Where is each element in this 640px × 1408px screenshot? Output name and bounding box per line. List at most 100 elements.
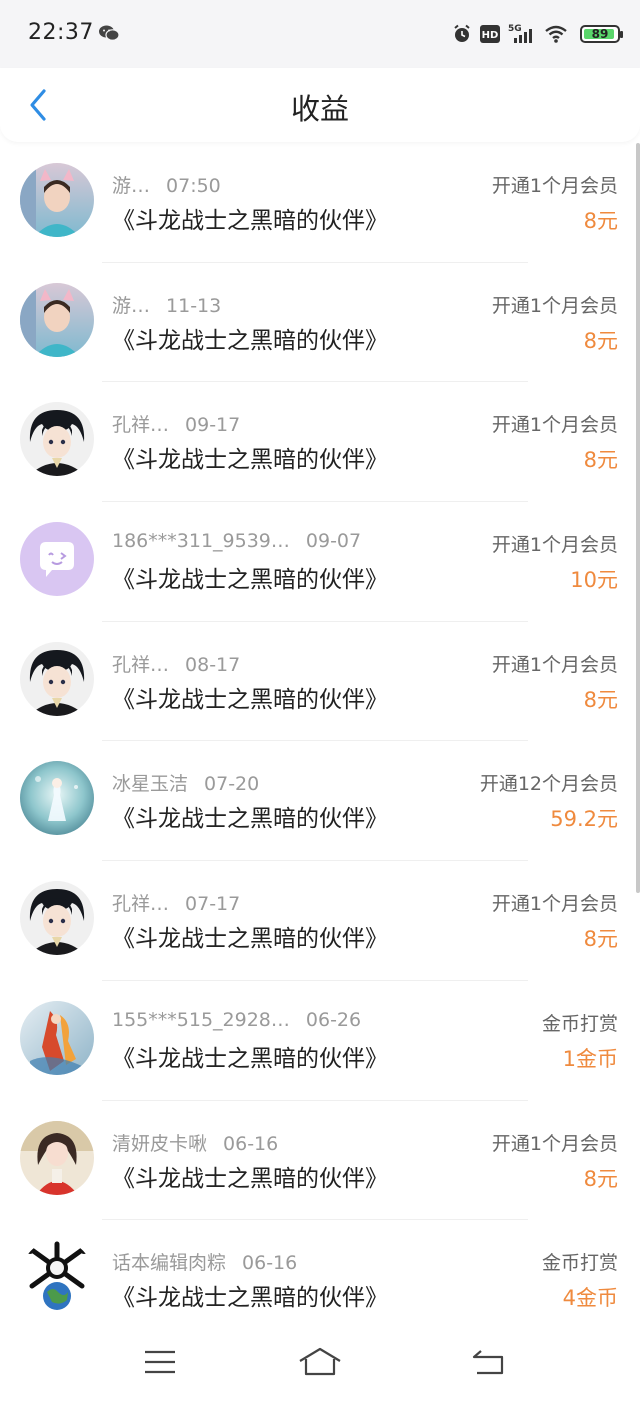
amount-label: 59.2元 <box>550 807 618 832</box>
date-label: 07-20 <box>204 773 260 796</box>
transaction-type: 金币打赏 <box>541 1012 618 1035</box>
amount-label: 4金币 <box>562 1286 618 1311</box>
date-label: 07:50 <box>166 175 221 197</box>
amount-label: 8元 <box>583 927 618 952</box>
earning-row[interactable]: 孔祥… 07-17 《斗龙战士之黑暗的伙伴》 开通1个月会员 8元 <box>0 861 640 981</box>
user-name: 游… <box>112 294 151 317</box>
signal-5g-icon: 5G <box>508 24 532 43</box>
row-meta: 游… 11-13 <box>112 291 221 318</box>
date-label: 11-13 <box>166 294 222 317</box>
avatar[interactable] <box>20 761 94 836</box>
book-title: 《斗龙战士之黑暗的伙伴》 <box>112 686 388 713</box>
amount-label: 8元 <box>583 1166 618 1191</box>
transaction-type: 开通12个月会员 <box>479 773 618 796</box>
hd-icon: HD <box>480 25 500 43</box>
status-bar: 22:37 HD 5G 89 <box>0 0 640 68</box>
menu-button[interactable] <box>130 1342 190 1382</box>
row-meta: 155***515_2928… 06-26 <box>112 1009 361 1031</box>
earning-row[interactable]: 186***311_9539… 09-07 《斗龙战士之黑暗的伙伴》 开通1个月会员 1… <box>0 502 640 622</box>
book-title: 《斗龙战士之黑暗的伙伴》 <box>112 926 388 953</box>
avatar[interactable] <box>20 163 94 237</box>
date-label: 07-17 <box>185 893 241 916</box>
avatar[interactable] <box>20 1240 94 1315</box>
amount-label: 8元 <box>583 687 618 712</box>
amount-label: 8元 <box>583 328 618 353</box>
earning-row[interactable]: 游… 07:50 《斗龙战士之黑暗的伙伴》 开通1个月会员 8元 <box>0 143 640 263</box>
transaction-type: 开通1个月会员 <box>491 1132 618 1155</box>
book-title: 《斗龙战士之黑暗的伙伴》 <box>112 1045 388 1072</box>
user-name: 孔祥… <box>112 893 170 916</box>
transaction-type: 开通1个月会员 <box>491 534 618 557</box>
book-title: 《斗龙战士之黑暗的伙伴》 <box>112 447 388 474</box>
transaction-type: 开通1个月会员 <box>491 294 618 317</box>
home-button[interactable] <box>290 1342 350 1382</box>
avatar[interactable] <box>20 641 94 716</box>
user-name: 游… <box>112 175 151 197</box>
wechat-icon <box>99 25 120 41</box>
date-label: 09-07 <box>305 530 362 553</box>
book-title: 《斗龙战士之黑暗的伙伴》 <box>112 327 388 354</box>
svg-text:5G: 5G <box>508 24 522 34</box>
user-name: 186***311_9539… <box>112 530 290 553</box>
user-name: 话本编辑肉粽 <box>112 1252 227 1275</box>
page-title: 收益 <box>290 92 349 126</box>
book-title: 《斗龙战士之黑暗的伙伴》 <box>112 1285 388 1312</box>
amount-label: 8元 <box>583 448 618 473</box>
date-label: 08-17 <box>185 653 241 676</box>
row-meta: 孔祥… 09-17 <box>112 410 240 437</box>
status-time: 22:37 <box>28 20 94 45</box>
row-meta: 清妍皮卡啾 06-16 <box>112 1129 278 1156</box>
alarm-icon <box>454 24 470 42</box>
wifi-icon <box>545 25 567 43</box>
avatar[interactable] <box>20 402 94 477</box>
book-title: 《斗龙战士之黑暗的伙伴》 <box>112 208 388 234</box>
row-meta: 186***311_9539… 09-07 <box>112 530 361 552</box>
row-meta: 孔祥… 07-17 <box>112 889 240 916</box>
user-name: 孔祥… <box>112 653 170 676</box>
row-meta: 游… 07:50 <box>112 171 221 198</box>
avatar[interactable] <box>20 282 94 357</box>
avatar[interactable] <box>20 1120 94 1195</box>
svg-text:HD: HD <box>482 30 499 41</box>
earning-row[interactable]: 话本编辑肉粽 06-16 《斗龙战士之黑暗的伙伴》 金币打赏 4金币 <box>0 1220 640 1340</box>
scrollbar[interactable] <box>636 143 640 893</box>
date-label: 06-16 <box>242 1252 298 1275</box>
transaction-type: 开通1个月会员 <box>491 175 618 197</box>
earning-row[interactable]: 游… 11-13 《斗龙战士之黑暗的伙伴》 开通1个月会员 8元 <box>0 263 640 383</box>
header: 收益 <box>0 68 640 142</box>
book-title: 《斗龙战士之黑暗的伙伴》 <box>112 1165 388 1192</box>
row-meta: 冰星玉洁 07-20 <box>112 769 259 796</box>
transaction-type: 开通1个月会员 <box>491 414 618 437</box>
user-name: 155***515_2928… <box>112 1008 290 1031</box>
system-nav-bar <box>0 1328 640 1408</box>
earning-row[interactable]: 清妍皮卡啾 06-16 《斗龙战士之黑暗的伙伴》 开通1个月会员 8元 <box>0 1101 640 1221</box>
earnings-list: 游… 07:50 《斗龙战士之黑暗的伙伴》 开通1个月会员 8元 游… 11-13 《斗龙战士… <box>0 143 640 1340</box>
date-label: 06-26 <box>305 1008 362 1031</box>
earning-row[interactable]: 155***515_2928… 06-26 《斗龙战士之黑暗的伙伴》 金币打赏 1金币 <box>0 981 640 1101</box>
user-name: 冰星玉洁 <box>112 773 189 796</box>
battery-icon: 89 <box>580 25 623 43</box>
avatar[interactable] <box>20 881 94 956</box>
avatar[interactable] <box>20 1000 94 1075</box>
earning-row[interactable]: 孔祥… 08-17 《斗龙战士之黑暗的伙伴》 开通1个月会员 8元 <box>0 622 640 742</box>
amount-label: 8元 <box>583 209 618 233</box>
home-icon <box>299 1347 341 1376</box>
row-meta: 孔祥… 08-17 <box>112 650 240 677</box>
back-arrow-icon <box>472 1350 504 1375</box>
date-label: 06-16 <box>223 1132 279 1155</box>
book-title: 《斗龙战士之黑暗的伙伴》 <box>112 567 388 594</box>
back-nav-button[interactable] <box>458 1342 518 1382</box>
transaction-type: 开通1个月会员 <box>491 893 618 916</box>
avatar[interactable] <box>20 522 94 597</box>
amount-label: 1金币 <box>562 1046 618 1071</box>
user-name: 清妍皮卡啾 <box>112 1132 208 1155</box>
user-name: 孔祥… <box>112 414 170 437</box>
status-icons: HD 5G 89 <box>452 20 623 48</box>
menu-icon <box>145 1350 175 1374</box>
transaction-type: 金币打赏 <box>541 1252 618 1275</box>
transaction-type: 开通1个月会员 <box>491 653 618 676</box>
battery-level: 89 <box>591 27 609 41</box>
amount-label: 10元 <box>570 568 618 593</box>
earning-row[interactable]: 冰星玉洁 07-20 《斗龙战士之黑暗的伙伴》 开通12个月会员 59.2元 <box>0 741 640 862</box>
earning-row[interactable]: 孔祥… 09-17 《斗龙战士之黑暗的伙伴》 开通1个月会员 8元 <box>0 382 640 503</box>
